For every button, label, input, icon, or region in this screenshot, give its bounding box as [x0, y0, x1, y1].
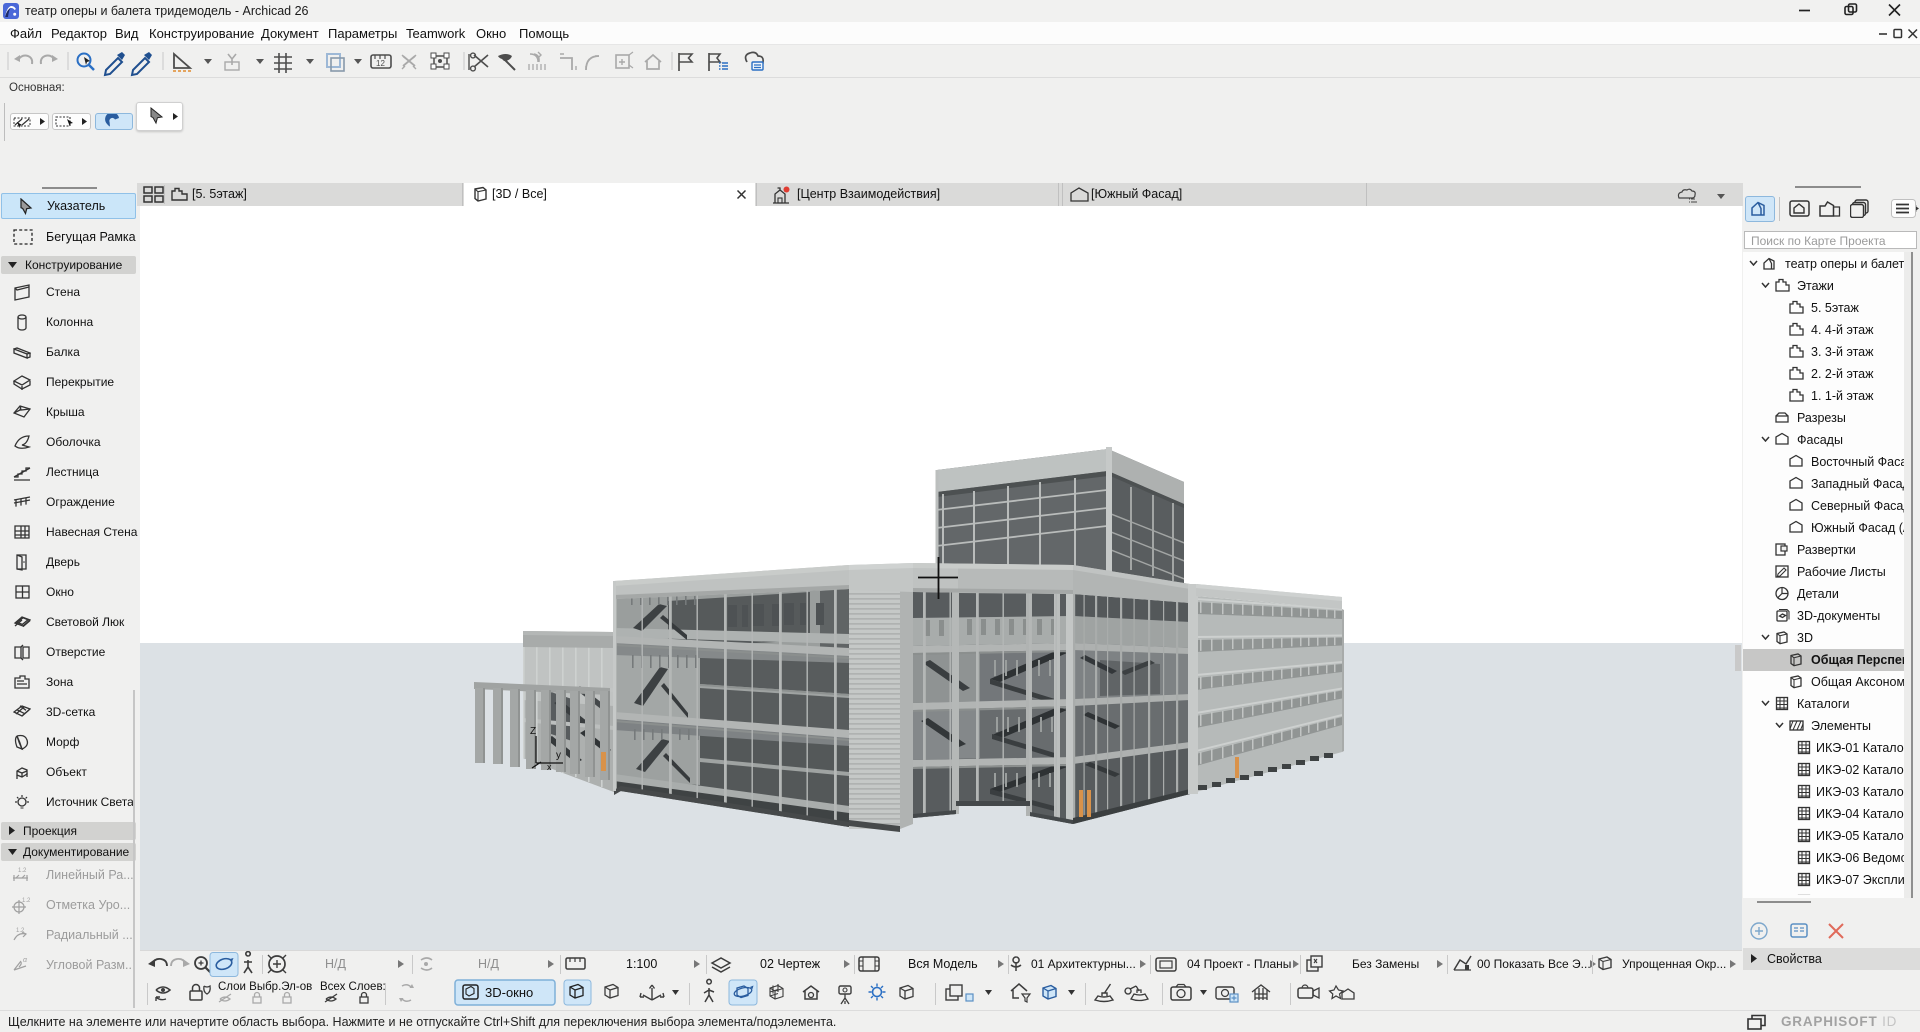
svg-text:Z: Z — [530, 726, 536, 737]
svg-text:1.2: 1.2 — [18, 868, 27, 874]
svg-text:01 Архитектурны...: 01 Архитектурны... — [1031, 957, 1136, 971]
svg-text:Н/Д: Н/Д — [325, 957, 347, 971]
svg-text:α: α — [23, 957, 28, 964]
svg-text:Без Замены: Без Замены — [1352, 957, 1419, 971]
svg-text:1.2: 1.2 — [16, 928, 25, 934]
svg-text:Н/Д: Н/Д — [478, 957, 500, 971]
svg-text:1.2: 1.2 — [22, 898, 30, 904]
svg-text:12: 12 — [376, 59, 385, 68]
svg-text:Вся Модель: Вся Модель — [908, 957, 978, 971]
svg-text:00 Показать Все Э...: 00 Показать Все Э... — [1477, 957, 1591, 971]
svg-text:Упрощенная Окр...: Упрощенная Окр... — [1622, 957, 1726, 971]
svg-text:04 Проект - Планы: 04 Проект - Планы — [1187, 957, 1291, 971]
svg-text:Всех Слоев:: Всех Слоев: — [320, 981, 386, 993]
svg-text:02 Чертеж: 02 Чертеж — [760, 957, 821, 971]
svg-text:1:100: 1:100 — [626, 957, 657, 971]
svg-text:3D-окно: 3D-окно — [485, 985, 533, 1000]
svg-text:x: x — [547, 762, 552, 772]
svg-text:y: y — [556, 750, 561, 761]
svg-text:Слои Выбр.Эл-ов: Слои Выбр.Эл-ов — [218, 981, 312, 993]
